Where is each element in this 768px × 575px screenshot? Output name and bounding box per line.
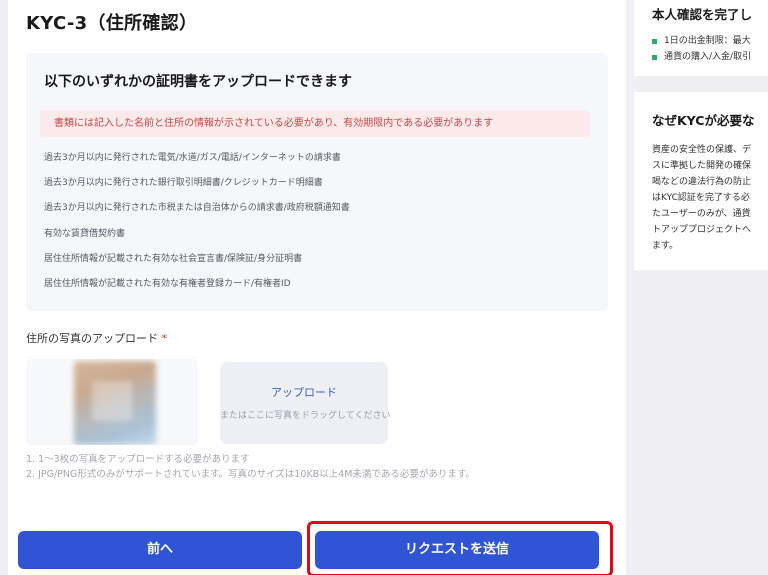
- benefit-text: 1日の出金制限：最大: [664, 36, 751, 46]
- upload-label: 住所の写真のアップロード *: [26, 330, 167, 346]
- previous-button[interactable]: 前へ: [18, 531, 302, 569]
- why-kyc-line: 資産の安全性の保護、デ: [652, 145, 752, 155]
- kyc-form-card: KYC-3（住所確認） 以下のいずれかの証明書をアップロードできます 書類には記…: [8, 0, 626, 575]
- submit-request-button[interactable]: リクエストを送信: [315, 531, 599, 569]
- why-kyc-line: 喝などの違法行為の防止: [652, 177, 752, 187]
- document-list: 過去3か月以内に発行された電気/水道/ガス/電話/インターネットの請求書 過去3…: [44, 146, 350, 297]
- upload-link[interactable]: アップロード: [220, 384, 388, 400]
- blurred-photo-image: [74, 361, 156, 445]
- document-item: 居住住所情報が記載された有効な有権者登録カード/有権者ID: [44, 278, 291, 289]
- document-item: 過去3か月以内に発行された電気/水道/ガス/電話/インターネットの請求書: [44, 153, 341, 163]
- why-kyc-body: 資産の安全性の保護、デ スに準拠した開発の確保 喝などの違法行為の防止 はKYC…: [652, 142, 768, 254]
- document-item: 過去3か月以内に発行された市税または自治体からの請求書/政府税額通知書: [44, 203, 350, 214]
- bullet-icon: [652, 54, 657, 60]
- required-mark: *: [161, 332, 168, 345]
- verification-benefits-card: 本人確認を完了し 1日の出金制限：最大 通貨の購入/入金/取引: [634, 0, 768, 76]
- benefits-list: 1日の出金制限：最大 通貨の購入/入金/取引: [652, 33, 751, 65]
- document-item: 過去3か月以内に発行された銀行取引明細書/クレジットカード明細書: [44, 178, 323, 189]
- benefit-text: 通貨の購入/入金/取引: [664, 52, 752, 62]
- upload-note: 1. 1～3枚の写真をアップロードする必要があります: [26, 454, 250, 465]
- benefit-item: 通貨の購入/入金/取引: [652, 49, 751, 65]
- why-kyc-line: ます。: [652, 241, 679, 251]
- benefits-title: 本人確認を完了し: [652, 7, 753, 22]
- why-kyc-line: スに準拠した開発の確保: [652, 161, 752, 171]
- document-requirement-warning: 書類には記入した名前と住所の情報が示されている必要があり、有効期限内である必要が…: [40, 110, 590, 137]
- why-kyc-line: トアッププロジェクトへ: [652, 225, 752, 235]
- why-kyc-line: はKYC認証を完了する必: [652, 193, 750, 203]
- why-kyc-card: なぜKYCが必要な 資産の安全性の保護、デ スに準拠した開発の確保 喝などの違法…: [634, 92, 768, 270]
- benefit-item: 1日の出金制限：最大: [652, 33, 751, 49]
- photo-dropzone[interactable]: アップロード またはここに写真をドラッグしてください: [220, 362, 391, 444]
- upload-notes: 1. 1～3枚の写真をアップロードする必要があります 2. JPG/PNG形式の…: [26, 452, 475, 482]
- bullet-icon: [652, 38, 657, 44]
- document-item: 居住住所情報が記載された有効な社会宣言書/保険証/身分証明書: [44, 253, 303, 264]
- upload-label-text: 住所の写真のアップロード: [26, 332, 158, 345]
- why-kyc-line: たユーザーのみが、通貨: [652, 209, 751, 219]
- accepted-documents-box: 以下のいずれかの証明書をアップロードできます 書類には記入した名前と住所の情報が…: [26, 53, 608, 311]
- upload-note: 2. JPG/PNG形式のみがサポートされています。写真のサイズは10KB以上4…: [26, 469, 475, 480]
- page: KYC-3（住所確認） 以下のいずれかの証明書をアップロードできます 書類には記…: [0, 0, 768, 575]
- page-title: KYC-3（住所確認）: [26, 13, 198, 34]
- document-item: 有効な賃貸借契約書: [44, 228, 126, 239]
- dropzone-hint: またはここに写真をドラッグしてください: [220, 411, 391, 421]
- uploaded-photo-thumbnail[interactable]: [26, 359, 198, 445]
- why-kyc-title: なぜKYCが必要な: [652, 113, 755, 128]
- documents-heading: 以下のいずれかの証明書をアップロードできます: [44, 74, 352, 90]
